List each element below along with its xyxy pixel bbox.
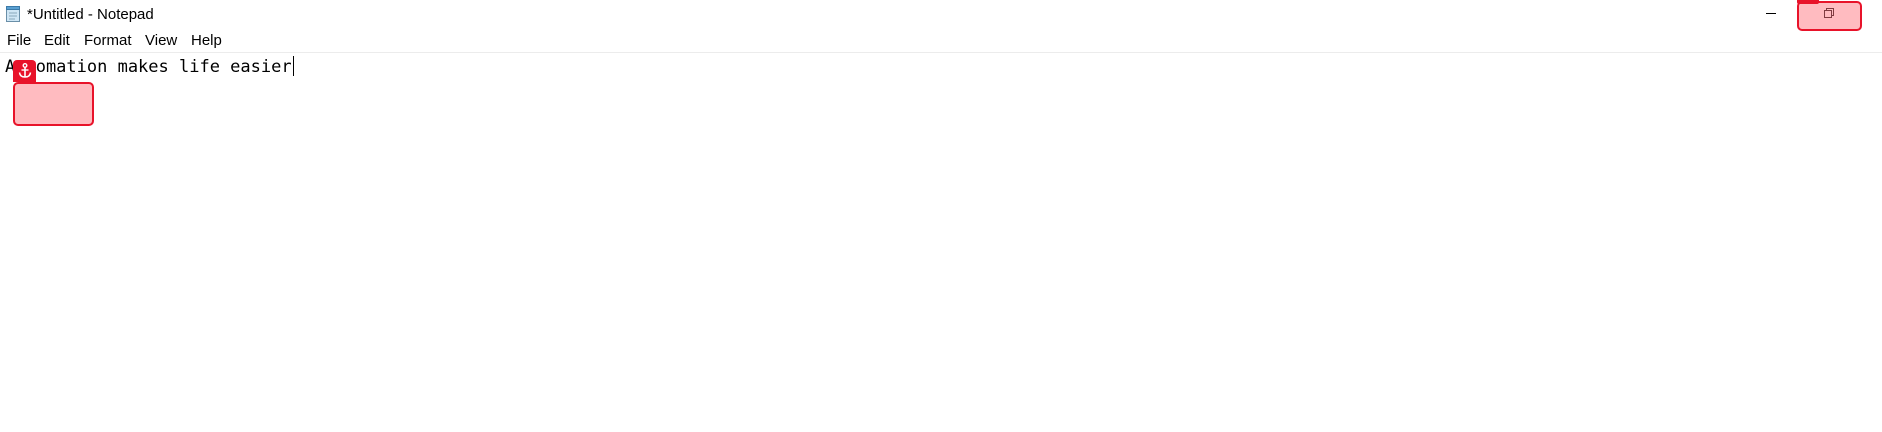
- highlight-box-editor: [13, 82, 94, 126]
- minimize-icon: [1765, 6, 1777, 24]
- editor-content: Automation makes life easier: [5, 57, 292, 77]
- menu-edit[interactable]: Edit: [43, 32, 71, 50]
- highlight-tag-restore: [1797, 0, 1819, 4]
- menu-view[interactable]: View: [144, 32, 178, 50]
- editor-content-line[interactable]: Automation makes life easier: [5, 56, 294, 78]
- text-caret: [292, 56, 294, 76]
- text-editor[interactable]: Automation makes life easier: [0, 53, 1882, 432]
- menu-file[interactable]: File: [6, 32, 32, 50]
- menu-format[interactable]: Format: [83, 32, 133, 50]
- highlight-box-restore: [1797, 1, 1862, 31]
- minimize-button[interactable]: [1742, 0, 1800, 30]
- notepad-icon: [5, 6, 22, 23]
- menu-bar: File Edit Format View Help: [0, 30, 1882, 53]
- menu-help[interactable]: Help: [190, 32, 223, 50]
- anchor-icon: [13, 60, 36, 82]
- title-bar: *Untitled - Notepad: [0, 0, 1882, 30]
- window-title: *Untitled - Notepad: [27, 6, 154, 23]
